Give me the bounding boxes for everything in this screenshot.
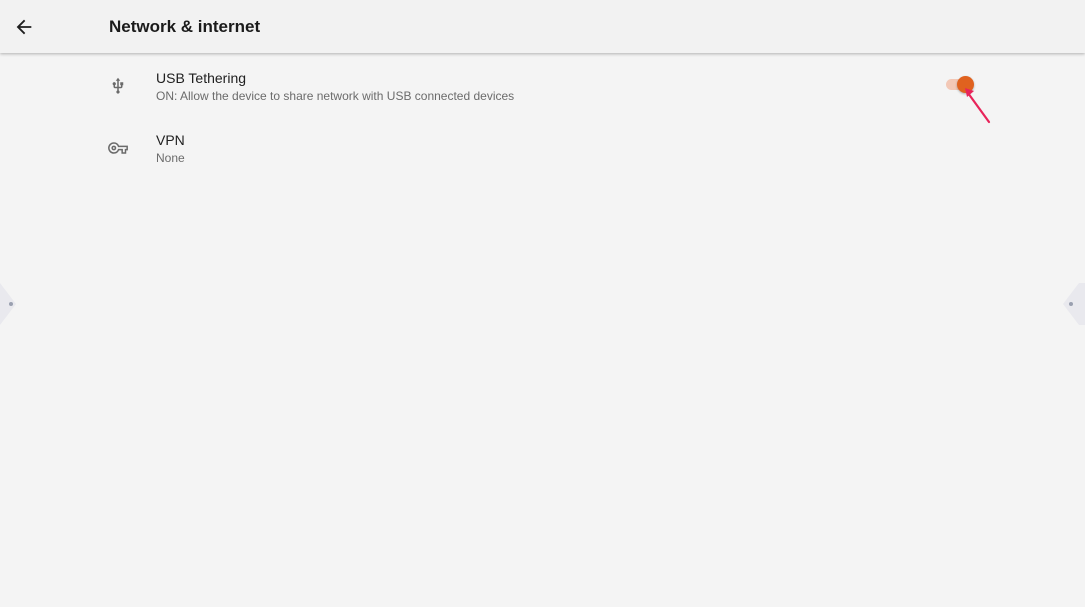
page-title: Network & internet [109, 17, 261, 36]
right-edge-handle[interactable] [1063, 283, 1085, 325]
usb-tethering-switch[interactable] [945, 73, 975, 95]
right-handle-dot [1069, 302, 1073, 306]
vpn-item[interactable]: VPN None [90, 130, 1010, 190]
left-edge-handle[interactable] [0, 283, 16, 325]
usb-tethering-item[interactable]: USB Tethering ON: Allow the device to sh… [90, 68, 1010, 128]
left-handle-dot [9, 302, 13, 306]
usb-icon [106, 74, 130, 98]
back-button[interactable] [8, 11, 40, 43]
vpn-key-icon [106, 136, 130, 160]
arrow-back-icon [16, 19, 32, 35]
switch-thumb [957, 76, 974, 93]
app-bar: Network & internet [0, 0, 1085, 53]
vpn-title: VPN [156, 132, 185, 148]
vpn-summary: None [156, 151, 185, 165]
usb-tethering-summary: ON: Allow the device to share network wi… [156, 89, 515, 103]
usb-tethering-title: USB Tethering [156, 70, 247, 86]
